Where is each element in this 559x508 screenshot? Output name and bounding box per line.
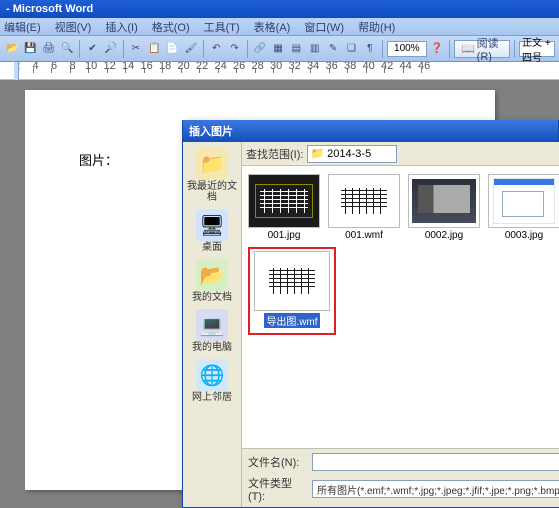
- horizontal-ruler: 2468101214161820222426283032343638404244…: [0, 62, 559, 80]
- docmap-icon[interactable]: ❏: [343, 39, 359, 59]
- columns-icon[interactable]: ▥: [307, 39, 323, 59]
- place-label: 我最近的文档: [183, 181, 241, 203]
- selected-file-highlight: 导出图.wmf: [248, 247, 336, 335]
- drawing-icon[interactable]: ✎: [325, 39, 341, 59]
- thumb-preview: [328, 174, 400, 228]
- style-combo[interactable]: 正文 + 四号: [519, 41, 555, 57]
- folder-icon: 📁: [310, 147, 324, 160]
- thumb-preview: [408, 174, 480, 228]
- places-item-0[interactable]: 📁我最近的文档: [183, 146, 241, 205]
- table-icon[interactable]: ▦: [270, 39, 286, 59]
- dialog-title: 插入图片: [189, 123, 233, 139]
- thumb-filename: 001.wmf: [345, 230, 383, 241]
- separator: [123, 40, 124, 58]
- separator: [449, 40, 450, 58]
- insert-picture-dialog: 插入图片 📁我最近的文档🖥桌面📂我的文档💻我的电脑🌐网上邻居 查找范围(I): …: [182, 120, 559, 508]
- separator: [247, 40, 248, 58]
- file-thumb[interactable]: 0003.jpg: [488, 174, 559, 241]
- toolbar: 📂 💾 🖨 🔍 ✔ 🔎 ✂ 📋 📄 🖌 ↶ ↷ 🔗 ▦ ▤ ▥ ✎ ❏ ¶ ❓ …: [0, 36, 559, 62]
- open-icon[interactable]: 📂: [4, 39, 20, 59]
- places-item-4[interactable]: 🌐网上邻居: [183, 357, 241, 405]
- separator: [203, 40, 204, 58]
- thumb-filename: 0003.jpg: [505, 230, 543, 241]
- look-in-label: 查找范围(I):: [246, 146, 303, 162]
- menu-tools[interactable]: 工具(T): [204, 19, 240, 35]
- place-label: 我的电脑: [192, 342, 232, 353]
- copy-icon[interactable]: 📋: [146, 39, 162, 59]
- menu-edit[interactable]: 编辑(E): [4, 19, 41, 35]
- separator: [79, 40, 80, 58]
- file-thumb[interactable]: 001.jpg: [248, 174, 320, 241]
- place-icon: 📂: [196, 259, 228, 291]
- save-icon[interactable]: 💾: [22, 39, 38, 59]
- menu-help[interactable]: 帮助(H): [358, 19, 395, 35]
- menu-table[interactable]: 表格(A): [254, 19, 291, 35]
- filetype-label: 文件类型(T):: [248, 475, 308, 503]
- thumbnail-pane[interactable]: 001.jpg 001.wmf 0002.jpg 0003.jpg 导出图.wmf: [242, 166, 559, 448]
- file-thumb[interactable]: 001.wmf: [328, 174, 400, 241]
- current-folder-name: 2014-3-5: [327, 148, 371, 160]
- places-item-2[interactable]: 📂我的文档: [183, 257, 241, 305]
- separator: [514, 40, 515, 58]
- places-item-1[interactable]: 🖥桌面: [183, 207, 241, 255]
- look-in-row: 查找范围(I): 📁 2014-3-5: [242, 142, 559, 166]
- menu-insert[interactable]: 插入(I): [105, 19, 137, 35]
- read-label: 阅读(R): [477, 35, 504, 63]
- separator: [382, 40, 383, 58]
- spellcheck-icon[interactable]: ✔: [84, 39, 100, 59]
- showmarks-icon[interactable]: ¶: [362, 39, 378, 59]
- thumb-filename: 0002.jpg: [425, 230, 463, 241]
- zoom-combo[interactable]: [387, 41, 427, 57]
- help-icon[interactable]: ❓: [429, 39, 445, 59]
- place-icon: 🖥: [196, 209, 228, 241]
- format-painter-icon[interactable]: 🖌: [183, 39, 199, 59]
- place-label: 桌面: [202, 242, 222, 253]
- thumb-preview: [488, 174, 559, 228]
- look-in-combo[interactable]: 📁 2014-3-5: [307, 145, 397, 163]
- filename-label: 文件名(N):: [248, 454, 308, 470]
- read-mode-button[interactable]: 📖 阅读(R): [454, 40, 510, 58]
- app-titlebar: - Microsoft Word: [0, 0, 559, 18]
- redo-icon[interactable]: ↷: [226, 39, 242, 59]
- place-label: 网上邻居: [192, 392, 232, 403]
- places-item-3[interactable]: 💻我的电脑: [183, 307, 241, 355]
- filename-combo[interactable]: [312, 453, 559, 471]
- menu-view[interactable]: 视图(V): [55, 19, 92, 35]
- excel-icon[interactable]: ▤: [288, 39, 304, 59]
- file-browser: 查找范围(I): 📁 2014-3-5 001.jpg 001.wmf 0002.j…: [242, 142, 559, 507]
- app-title: - Microsoft Word: [6, 3, 93, 15]
- preview-icon[interactable]: 🔍: [59, 39, 75, 59]
- selected-file-thumb[interactable]: [254, 251, 330, 311]
- selected-file-name[interactable]: 导出图.wmf: [264, 313, 319, 328]
- place-icon: 📁: [196, 148, 228, 180]
- hyperlink-icon[interactable]: 🔗: [252, 39, 268, 59]
- menu-format[interactable]: 格式(O): [152, 19, 190, 35]
- dialog-titlebar: 插入图片: [183, 120, 558, 142]
- undo-icon[interactable]: ↶: [208, 39, 224, 59]
- place-label: 我的文档: [192, 292, 232, 303]
- book-icon: 📖: [461, 42, 475, 55]
- place-icon: 💻: [196, 309, 228, 341]
- cut-icon[interactable]: ✂: [128, 39, 144, 59]
- menu-window[interactable]: 窗口(W): [304, 19, 344, 35]
- file-thumb[interactable]: 0002.jpg: [408, 174, 480, 241]
- print-icon[interactable]: 🖨: [41, 39, 57, 59]
- menu-bar: 编辑(E) 视图(V) 插入(I) 格式(O) 工具(T) 表格(A) 窗口(W…: [0, 18, 559, 36]
- dialog-bottom: 文件名(N): 文件类型(T): 所有图片(*.emf;*.wmf;*.jpg;…: [242, 448, 559, 507]
- research-icon[interactable]: 🔎: [103, 39, 119, 59]
- paste-icon[interactable]: 📄: [164, 39, 180, 59]
- places-bar: 📁我最近的文档🖥桌面📂我的文档💻我的电脑🌐网上邻居: [183, 142, 242, 507]
- thumb-preview: [248, 174, 320, 228]
- thumb-filename: 001.jpg: [268, 230, 301, 241]
- place-icon: 🌐: [196, 359, 228, 391]
- filetype-combo[interactable]: 所有图片(*.emf;*.wmf;*.jpg;*.jpeg;*.jfif;*.j…: [312, 480, 559, 498]
